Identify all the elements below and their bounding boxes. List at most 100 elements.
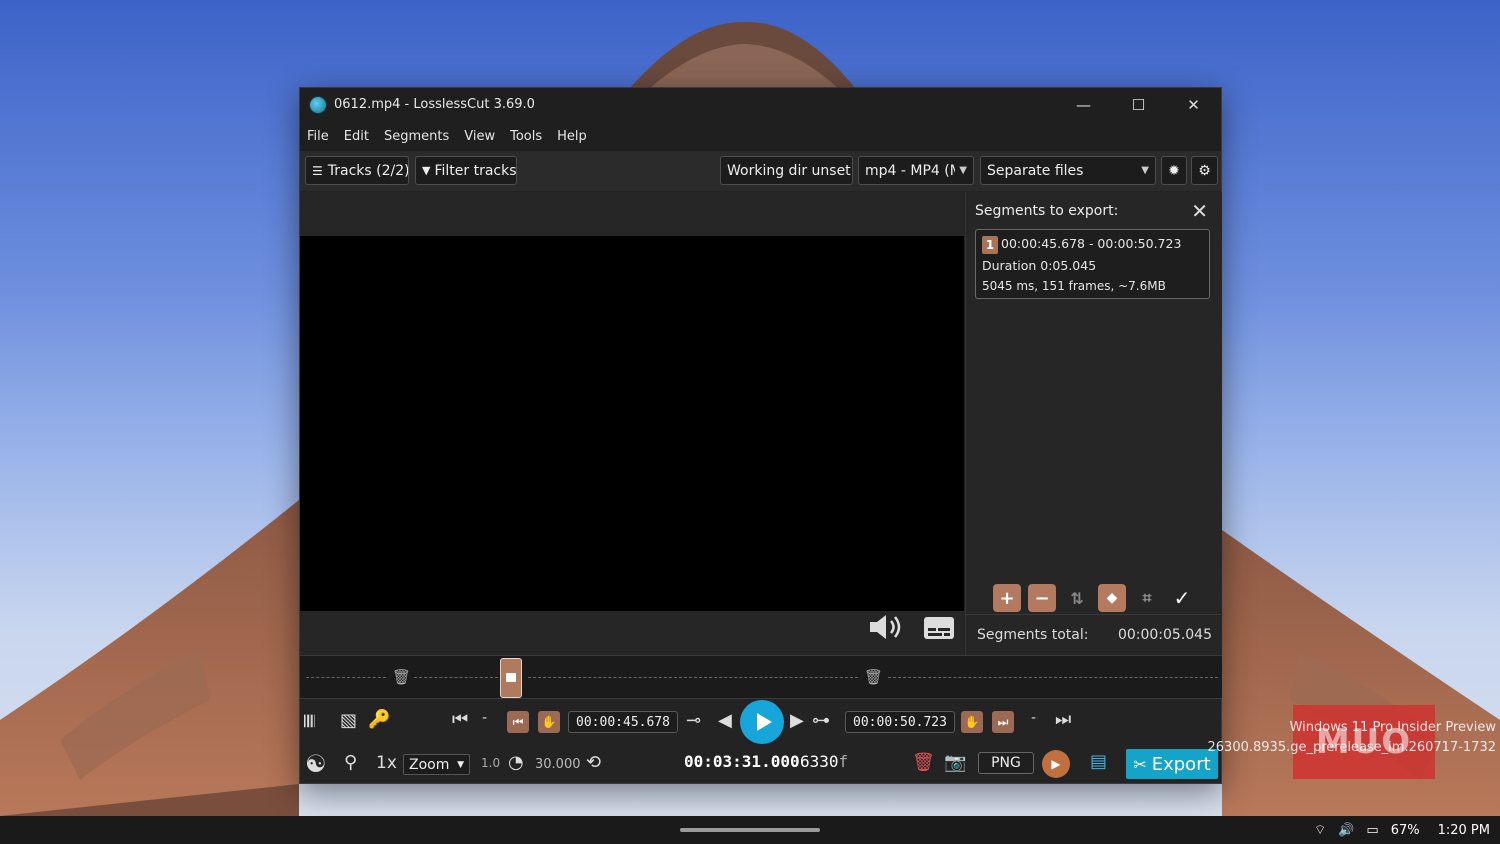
- segments-total: Segments total: 00:00:05.045: [966, 614, 1223, 655]
- timeline[interactable]: 🗑 🗑: [300, 655, 1222, 699]
- speed-label[interactable]: 1x: [376, 753, 397, 773]
- minimize-button[interactable]: —: [1056, 88, 1111, 121]
- segment-number: 1: [982, 235, 998, 254]
- snapshot-format-button[interactable]: PNG: [978, 752, 1034, 774]
- frame-count: 6330f: [800, 752, 848, 771]
- end-time-input[interactable]: 00:00:50.723: [845, 711, 955, 733]
- export-label: Export: [1151, 753, 1211, 775]
- frame-count-number: 6330: [800, 752, 839, 771]
- taskbar: ⌔ 🔊 ▭ 67% 1:20 PM: [0, 816, 1500, 844]
- remove-segment-button[interactable]: −: [1028, 584, 1056, 612]
- menu-file[interactable]: File: [307, 129, 329, 144]
- wifi-icon[interactable]: ⌔: [1314, 822, 1326, 838]
- close-icon[interactable]: ✕: [1191, 199, 1208, 223]
- volume-icon[interactable]: [868, 612, 906, 648]
- jump-start-icon[interactable]: ⏮: [452, 709, 468, 730]
- menu-edit[interactable]: Edit: [344, 129, 369, 144]
- segment-range: 00:00:45.678 - 00:00:50.723: [1001, 236, 1182, 251]
- scissors-icon: ✂: [1133, 754, 1147, 774]
- preview-play-button[interactable]: ▶: [1042, 750, 1070, 778]
- menu-segments[interactable]: Segments: [384, 129, 449, 144]
- waveform-icon[interactable]: 𝄃𝄃𝄃: [304, 712, 315, 732]
- step-back-icon[interactable]: ◀: [718, 710, 732, 731]
- timeline-segment[interactable]: [500, 658, 522, 698]
- zoom-select[interactable]: Zoom ▼: [403, 754, 470, 775]
- yin-yang-icon[interactable]: ☯: [305, 750, 327, 778]
- filter-tracks-button[interactable]: ▼ Filter tracks: [415, 156, 517, 185]
- thumbnails-icon[interactable]: ▧: [340, 710, 357, 731]
- select-segments-button[interactable]: ✓: [1168, 584, 1196, 612]
- key-left-icon[interactable]: ⊸: [686, 710, 701, 731]
- output-mode-label: Separate files: [987, 162, 1084, 179]
- trash-icon[interactable]: 🗑: [392, 668, 411, 686]
- segments-total-value: 00:00:05.045: [1117, 627, 1212, 643]
- label-segment-button[interactable]: ◆: [1098, 584, 1126, 612]
- camera-icon[interactable]: 📷: [944, 752, 966, 773]
- key-right-icon[interactable]: ⊶: [812, 710, 830, 731]
- jump-end-icon[interactable]: ⏭: [1055, 709, 1071, 730]
- trash-icon[interactable]: 🗑: [864, 668, 883, 686]
- person-icon[interactable]: ⚲: [344, 752, 357, 773]
- tracks-button[interactable]: ☰ Tracks (2/2): [305, 156, 409, 185]
- working-dir-button[interactable]: Working dir unset: [720, 156, 853, 185]
- volume-icon[interactable]: 🔊: [1338, 823, 1354, 838]
- set-end-button[interactable]: ✋: [961, 711, 983, 733]
- timeline-gap-line: [528, 677, 858, 678]
- rotate-icon[interactable]: ⟲: [586, 752, 601, 773]
- segments-heading: Segments to export:: [975, 203, 1119, 219]
- format-select[interactable]: mp4 - MP4 (M ▼: [858, 156, 974, 185]
- start-time-input[interactable]: 00:00:45.678: [568, 711, 678, 733]
- segments-panel: Segments to export: ✕ 1 00:00:45.678 - 00…: [965, 192, 1223, 655]
- step-forward-icon[interactable]: ▶: [790, 710, 804, 731]
- keyframes-icon[interactable]: 🔑: [368, 709, 390, 730]
- sort-icon: ⇅: [1070, 588, 1084, 608]
- play-button[interactable]: [740, 700, 784, 744]
- trash-icon[interactable]: 🗑: [912, 752, 935, 773]
- skip-forward-icon: ⏭: [997, 714, 1009, 729]
- segments-total-label: Segments total:: [977, 627, 1089, 643]
- skip-back-icon: ⏮: [512, 714, 524, 729]
- sun-icon: ✹: [1168, 162, 1180, 179]
- split-icon: ⌗: [1142, 588, 1152, 607]
- export-button[interactable]: ✂ Export: [1126, 749, 1218, 779]
- segment-details: 5045 ms, 151 frames, ~7.6MB: [982, 279, 1166, 293]
- timeline-gap-line: [414, 677, 498, 678]
- add-segment-button[interactable]: +: [993, 584, 1021, 612]
- zoom-value: 1.0: [481, 756, 501, 770]
- title-bar: 0612.mp4 - LosslessCut 3.69.0 — ☐ ✕: [300, 88, 1221, 121]
- check-circle-icon: ✓: [1173, 586, 1191, 610]
- speedometer-icon[interactable]: ◔: [508, 752, 524, 773]
- minus-icon: −: [1034, 587, 1050, 609]
- filter-tracks-label: Filter tracks: [434, 162, 517, 179]
- video-area: [300, 192, 964, 655]
- subtitles-icon[interactable]: [923, 616, 955, 646]
- close-button[interactable]: ✕: [1166, 88, 1221, 121]
- menu-help[interactable]: Help: [557, 129, 587, 144]
- menu-tools[interactable]: Tools: [510, 129, 542, 144]
- video-player[interactable]: [300, 236, 964, 611]
- total-duration: 00:03:31.000: [684, 752, 800, 771]
- set-start-button[interactable]: ✋: [538, 711, 560, 733]
- battery-icon[interactable]: ▭: [1366, 823, 1378, 838]
- jump-segment-start-button[interactable]: ⏮: [507, 711, 529, 733]
- timeline-gap-line: [306, 677, 386, 678]
- segments-list-icon[interactable]: ▤: [1090, 751, 1107, 772]
- timeline-gap-line: [888, 677, 1218, 678]
- play-icon: [756, 713, 772, 731]
- dash-separator: -: [482, 710, 488, 726]
- theme-button[interactable]: ✹: [1161, 156, 1187, 185]
- clock[interactable]: 1:20 PM: [1438, 823, 1490, 838]
- output-mode-select[interactable]: Separate files ▼: [980, 156, 1156, 185]
- reorder-segments-button[interactable]: ⇅: [1063, 584, 1091, 612]
- dash-separator: -: [1031, 710, 1037, 726]
- segment-card[interactable]: 1 00:00:45.678 - 00:00:50.723 Duration 0:…: [975, 229, 1210, 299]
- fps-value[interactable]: 30.000: [535, 757, 581, 772]
- split-segment-button[interactable]: ⌗: [1133, 584, 1161, 612]
- taskbar-handle[interactable]: [680, 828, 820, 832]
- frame-count-suffix: f: [838, 752, 849, 771]
- menu-view[interactable]: View: [464, 129, 495, 144]
- plus-icon: +: [999, 587, 1015, 609]
- maximize-button[interactable]: ☐: [1111, 88, 1166, 121]
- settings-button[interactable]: ⚙: [1191, 156, 1218, 185]
- jump-segment-end-button[interactable]: ⏭: [992, 711, 1014, 733]
